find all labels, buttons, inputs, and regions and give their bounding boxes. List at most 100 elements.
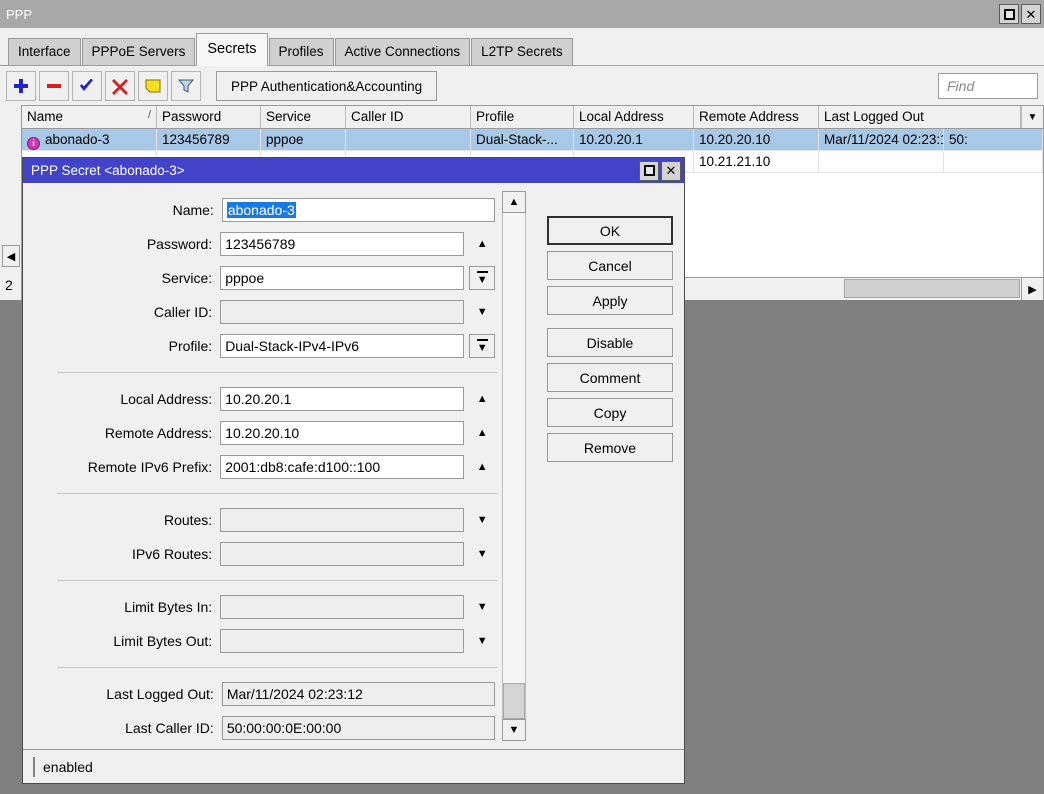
- column-header-name[interactable]: Name /: [22, 106, 157, 128]
- field-label: Remote IPv6 Prefix:: [37, 459, 220, 475]
- dialog-close-button[interactable]: ✕: [661, 161, 681, 181]
- filter-button[interactable]: [171, 71, 201, 101]
- cell-last-caller-id: 50:: [944, 129, 1043, 150]
- apply-button[interactable]: Apply: [547, 286, 673, 315]
- service-input[interactable]: pppoe: [220, 266, 464, 290]
- tab-interface[interactable]: Interface: [8, 38, 81, 65]
- scroll-down-button[interactable]: ▼: [502, 719, 526, 741]
- tab-profiles[interactable]: Profiles: [269, 38, 334, 65]
- scroll-thumb[interactable]: [503, 683, 525, 719]
- column-header-caller-id[interactable]: Caller ID: [346, 106, 471, 128]
- limit-bytes-out-expand-button[interactable]: [469, 629, 495, 653]
- disable-button[interactable]: [105, 71, 135, 101]
- row-count-label: 2: [5, 277, 13, 293]
- dialog-form: Name: abonado-3 Password: 123456789 Serv…: [23, 193, 495, 749]
- local-address-input[interactable]: 10.20.20.1: [220, 387, 464, 411]
- find-input[interactable]: Find: [938, 73, 1038, 99]
- tab-label: Active Connections: [345, 44, 461, 59]
- column-header-last-logged-out[interactable]: Last Logged Out: [819, 106, 1021, 128]
- cell-last-logged-out: [819, 151, 944, 172]
- tab-l2tp-secrets[interactable]: L2TP Secrets: [471, 38, 573, 65]
- close-button[interactable]: ✕: [1021, 4, 1041, 24]
- comment-button[interactable]: Comment: [547, 363, 673, 392]
- column-header-password[interactable]: Password: [157, 106, 261, 128]
- field-routes: Routes:: [37, 503, 495, 537]
- window-controls: ✕: [999, 4, 1044, 24]
- table-gutter: ◀ 2: [0, 105, 22, 300]
- column-header-local-address[interactable]: Local Address: [574, 106, 694, 128]
- ipv6-routes-input[interactable]: [220, 542, 464, 566]
- chevron-down-icon: [477, 271, 488, 273]
- cell-last-logged-out: Mar/11/2024 02:23:12: [819, 129, 944, 150]
- dialog-title: PPP Secret <abonado-3>: [31, 163, 639, 178]
- add-icon: [12, 77, 30, 95]
- caller-id-expand-button[interactable]: [469, 300, 495, 324]
- remote-ipv6-prefix-expand-button[interactable]: [469, 455, 495, 479]
- name-input[interactable]: abonado-3: [222, 198, 495, 222]
- cancel-button[interactable]: Cancel: [547, 251, 673, 280]
- password-input[interactable]: 123456789: [220, 232, 464, 256]
- remove-button[interactable]: [39, 71, 69, 101]
- tab-pppoe-servers[interactable]: PPPoE Servers: [82, 38, 196, 65]
- hscroll-thumb[interactable]: [844, 279, 1020, 298]
- copy-button[interactable]: Copy: [547, 398, 673, 427]
- sort-ascending-icon: /: [148, 109, 151, 121]
- status-text: enabled: [33, 757, 93, 777]
- last-caller-id-value: 50:00:00:0E:00:00: [222, 716, 495, 740]
- remote-address-expand-button[interactable]: [469, 421, 495, 445]
- remove-button[interactable]: Remove: [547, 433, 673, 462]
- column-header-profile[interactable]: Profile: [471, 106, 574, 128]
- enable-button[interactable]: [72, 71, 102, 101]
- password-expand-button[interactable]: [469, 232, 495, 256]
- limit-bytes-in-expand-button[interactable]: [469, 595, 495, 619]
- routes-expand-button[interactable]: [469, 508, 495, 532]
- scroll-right-button[interactable]: ▶: [1021, 278, 1043, 300]
- table-row[interactable]: iabonado-3 123456789 pppoe Dual-Stack-..…: [22, 129, 1043, 151]
- ipv6-routes-expand-button[interactable]: [469, 542, 495, 566]
- tab-secrets[interactable]: Secrets: [196, 33, 267, 66]
- find-placeholder: Find: [947, 78, 974, 94]
- profile-input[interactable]: Dual-Stack-IPv4-IPv6: [220, 334, 464, 358]
- column-header-service[interactable]: Service: [261, 106, 346, 128]
- dialog-scrollbar[interactable]: ▲ ▼: [502, 191, 526, 741]
- remote-address-input[interactable]: 10.20.20.10: [220, 421, 464, 445]
- field-label: IPv6 Routes:: [37, 546, 220, 562]
- column-header-remote-address[interactable]: Remote Address: [694, 106, 819, 128]
- profile-dropdown-button[interactable]: ▼: [469, 334, 495, 358]
- field-caller-id: Caller ID:: [37, 295, 495, 329]
- ppp-auth-accounting-button[interactable]: PPP Authentication&Accounting: [216, 71, 437, 101]
- tab-active-connections[interactable]: Active Connections: [335, 38, 471, 65]
- limit-bytes-in-input[interactable]: [220, 595, 464, 619]
- name-input-value: abonado-3: [227, 202, 296, 218]
- scroll-left-button[interactable]: ◀: [2, 245, 20, 267]
- info-icon: i: [27, 137, 40, 150]
- comment-button[interactable]: [138, 71, 168, 101]
- cell-caller-id: [346, 129, 471, 150]
- field-limit-bytes-out: Limit Bytes Out:: [37, 624, 495, 658]
- restore-icon: [1004, 9, 1015, 20]
- remote-ipv6-prefix-input[interactable]: 2001:db8:cafe:d100::100: [220, 455, 464, 479]
- column-menu-button[interactable]: ▼: [1021, 106, 1043, 128]
- cell-remote-address: 10.20.20.10: [694, 129, 819, 150]
- ok-button[interactable]: OK: [547, 216, 673, 245]
- field-service: Service: pppoe ▼: [37, 261, 495, 295]
- local-address-expand-button[interactable]: [469, 387, 495, 411]
- disable-button[interactable]: Disable: [547, 328, 673, 357]
- scroll-track[interactable]: [502, 213, 526, 719]
- service-dropdown-button[interactable]: ▼: [469, 266, 495, 290]
- dialog-restore-button[interactable]: [639, 161, 659, 181]
- ppp-auth-accounting-label: PPP Authentication&Accounting: [231, 79, 422, 94]
- field-label: Limit Bytes In:: [37, 599, 220, 615]
- tab-label: Secrets: [207, 41, 256, 57]
- remove-icon: [45, 77, 63, 95]
- scroll-up-button[interactable]: ▲: [502, 191, 526, 213]
- tab-label: PPPoE Servers: [92, 44, 186, 59]
- routes-input[interactable]: [220, 508, 464, 532]
- caller-id-input[interactable]: [220, 300, 464, 324]
- field-label: Last Logged Out:: [37, 686, 222, 702]
- limit-bytes-out-input[interactable]: [220, 629, 464, 653]
- add-button[interactable]: [6, 71, 36, 101]
- restore-button[interactable]: [999, 4, 1019, 24]
- dialog-statusbar: enabled: [23, 749, 684, 783]
- cell-remote-address: 10.21.21.10: [694, 151, 819, 172]
